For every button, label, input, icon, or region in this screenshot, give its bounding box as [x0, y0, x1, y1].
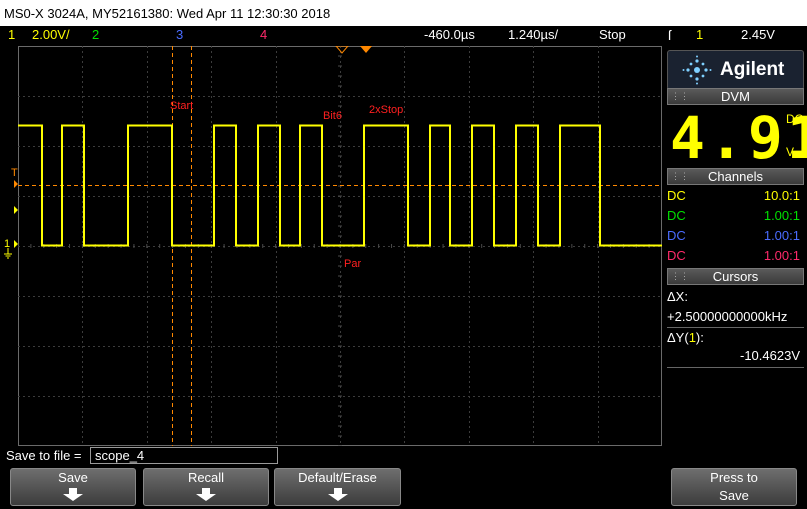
- dvm-header-label: DVM: [721, 89, 750, 104]
- grip-icon: ⋮⋮: [671, 91, 689, 101]
- channel-row-4: DC 1.00:1: [667, 246, 804, 266]
- time-reference-marker: [360, 46, 372, 53]
- cursor-dx-label: ΔX:: [667, 289, 688, 304]
- channel-probe-ratio: 1.00:1: [763, 248, 800, 263]
- scope-status-bar: 1 2.00V/ 2 3 4 -460.0µs 1.240µs/ Stop ſ …: [0, 26, 807, 44]
- cursor-dx-label-row: ΔX:: [667, 287, 804, 307]
- ch2-number[interactable]: 2: [92, 26, 99, 44]
- default-erase-softkey-label: Default/Erase: [298, 470, 377, 485]
- down-arrow-icon: [196, 488, 216, 501]
- channel-row-3: DC 1.00:1: [667, 226, 804, 246]
- recall-softkey[interactable]: Recall: [143, 468, 269, 506]
- divider: [667, 367, 804, 368]
- grip-icon: ⋮⋮: [671, 171, 689, 181]
- channel-coupling: DC: [667, 248, 686, 263]
- right-info-panel: Agilent ⋮⋮ DVM 4.91 DC V ⋮⋮ Channels DC …: [664, 46, 807, 446]
- window-title: MS0-X 3024A, MY52161380: Wed Apr 11 12:3…: [4, 6, 331, 21]
- cursor-dy-label-row: ΔY(1):: [667, 328, 804, 348]
- recall-softkey-label: Recall: [187, 470, 225, 485]
- window-title-bar: MS0-X 3024A, MY52161380: Wed Apr 11 12:3…: [0, 0, 807, 26]
- channel-coupling: DC: [667, 188, 686, 203]
- annotation-start: Start: [170, 100, 194, 112]
- save-filename-field[interactable]: scope_4: [90, 447, 278, 464]
- dvm-header[interactable]: ⋮⋮ DVM: [667, 88, 804, 105]
- brand-name: Agilent: [720, 59, 785, 80]
- brand-logo: Agilent: [667, 50, 804, 90]
- graticule: [18, 46, 662, 446]
- channel-probe-ratio: 1.00:1: [763, 208, 800, 223]
- channel-coupling: DC: [667, 228, 686, 243]
- down-arrow-icon: [63, 488, 83, 501]
- channel-probe-ratio: 10.0:1: [763, 188, 800, 203]
- ch1-number[interactable]: 1: [8, 26, 15, 44]
- press-to-save-softkey[interactable]: Press to Save: [671, 468, 797, 506]
- channel-row-1: DC 10.0:1: [667, 186, 804, 206]
- time-offset[interactable]: -460.0µs: [424, 26, 475, 44]
- run-state: Stop: [599, 27, 626, 42]
- channels-header[interactable]: ⋮⋮ Channels: [667, 168, 804, 185]
- waveform-display[interactable]: Start Bit6 2xStop Par: [18, 46, 662, 446]
- default-erase-softkey[interactable]: Default/Erase: [274, 468, 401, 506]
- cursor-dy-label: ΔY(1):: [667, 330, 704, 345]
- dvm-coupling: DC: [786, 112, 804, 126]
- channel-probe-ratio: 1.00:1: [763, 228, 800, 243]
- save-softkey-label: Save: [58, 470, 88, 485]
- trigger-source[interactable]: 1: [696, 26, 703, 44]
- channel-row-2: DC 1.00:1: [667, 206, 804, 226]
- channels-header-label: Channels: [708, 169, 763, 184]
- cursor-dy-value-row: -10.4623V: [667, 346, 804, 366]
- left-marker-strip: T 1: [0, 46, 18, 446]
- down-arrow-icon: [327, 488, 348, 501]
- save-to-file-label: Save to file =: [6, 448, 82, 463]
- cursors-header-label: Cursors: [712, 269, 759, 284]
- dvm-unit: V: [786, 145, 795, 159]
- cursors-header[interactable]: ⋮⋮ Cursors: [667, 268, 804, 285]
- ch1-ground-label: 1: [4, 238, 11, 250]
- grip-icon: ⋮⋮: [671, 271, 689, 281]
- press-to-save-label-line1: Press to: [710, 470, 758, 485]
- save-to-file-bar: Save to file = scope_4: [0, 446, 807, 466]
- annotation-bit6: Bit6: [323, 110, 342, 122]
- time-scale[interactable]: 1.240µs/: [508, 26, 558, 44]
- trigger-edge-icon: ſ: [668, 27, 672, 43]
- channel-coupling: DC: [667, 208, 686, 223]
- annotation-parity: Par: [344, 258, 362, 270]
- press-to-save-label-line2: Save: [719, 488, 749, 503]
- cursor-dy-value: -10.4623V: [740, 348, 800, 363]
- ch3-number[interactable]: 3: [176, 26, 183, 44]
- cursor-dx-value: +2.50000000000kHz: [667, 309, 788, 324]
- cursor-dx-value-row: +2.50000000000kHz: [667, 307, 804, 327]
- save-softkey[interactable]: Save: [10, 468, 136, 506]
- ch1-scale[interactable]: 2.00V/: [32, 26, 70, 44]
- annotation-stop: 2xStop: [369, 104, 404, 116]
- trigger-level[interactable]: 2.45V: [741, 26, 775, 44]
- agilent-spark-icon: [682, 55, 712, 85]
- trigger-position-marker: [335, 46, 349, 54]
- ch4-number[interactable]: 4: [260, 26, 267, 44]
